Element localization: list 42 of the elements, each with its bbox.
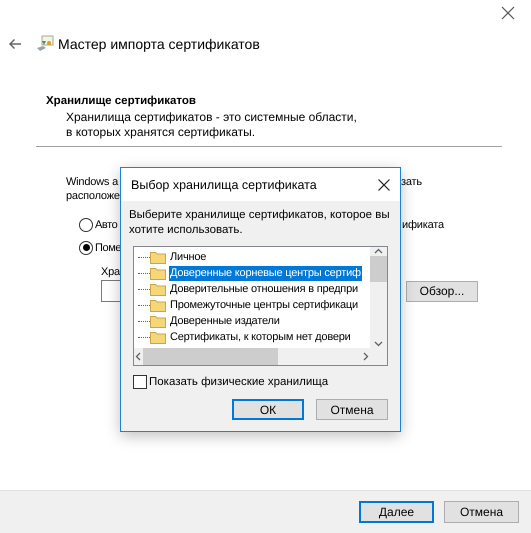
section-description: Хранилища сертификатов - это системные области, в которых хранятся сертификаты. — [65, 109, 358, 140]
back-arrow-icon[interactable] — [8, 38, 22, 50]
scroll-down-icon[interactable] — [374, 339, 383, 348]
folder-icon — [150, 282, 166, 296]
vertical-scrollbar[interactable] — [370, 247, 387, 348]
footer-button[interactable]: Далее — [359, 501, 434, 523]
store-label: Хра — [101, 266, 120, 278]
horizontal-scrollbar[interactable] — [134, 348, 370, 365]
tree-item[interactable]: Личное — [169, 250, 208, 264]
folder-icon — [150, 330, 166, 344]
folder-icon — [150, 314, 166, 328]
dialog-title: Выбор хранилища сертификата — [131, 178, 317, 192]
radio-button[interactable] — [79, 240, 93, 254]
folder-icon — [150, 250, 166, 264]
tree-item[interactable]: Сертификаты, к которым нет довери — [169, 330, 352, 344]
tree-item[interactable]: Доверенные корневые центры сертиф — [169, 266, 362, 280]
browse-button[interactable]: Обзор... — [406, 280, 478, 302]
scroll-left-icon[interactable] — [134, 352, 143, 361]
tree-item[interactable]: Промежуточные центры сертификаци — [169, 298, 359, 312]
close-icon[interactable] — [378, 178, 390, 190]
checkbox-label: Показать физические хранилища — [149, 376, 328, 388]
intro-text: зать — [401, 175, 422, 189]
dialog-button[interactable]: Отмена — [316, 399, 388, 420]
close-icon[interactable] — [501, 6, 515, 20]
option-label: Авто — [95, 218, 118, 230]
scroll-right-icon[interactable] — [361, 352, 370, 361]
option-label: ификата — [402, 218, 444, 230]
footer-button[interactable]: Отмена — [444, 501, 519, 523]
wizard-title: Мастер импорта сертификатов — [58, 36, 260, 52]
section-title: Хранилище сертификатов — [46, 95, 197, 107]
radio-button[interactable] — [79, 218, 93, 232]
dialog-button[interactable]: ОК — [232, 399, 304, 420]
certificate-wizard-icon — [36, 35, 54, 53]
tree-item[interactable]: Доверительные отношения в предпри — [169, 282, 359, 296]
option-label: Поме — [95, 242, 122, 254]
intro-text: Windows a — [66, 176, 118, 188]
folder-icon — [150, 298, 166, 312]
tree-item[interactable]: Доверенные издатели — [169, 314, 281, 328]
intro-text: расположе — [66, 189, 120, 203]
checkbox[interactable] — [133, 375, 147, 389]
dialog-prompt: Выберите хранилище сертификатов, которое вы хотите использовать. — [128, 208, 391, 238]
scroll-up-icon[interactable] — [374, 247, 383, 256]
